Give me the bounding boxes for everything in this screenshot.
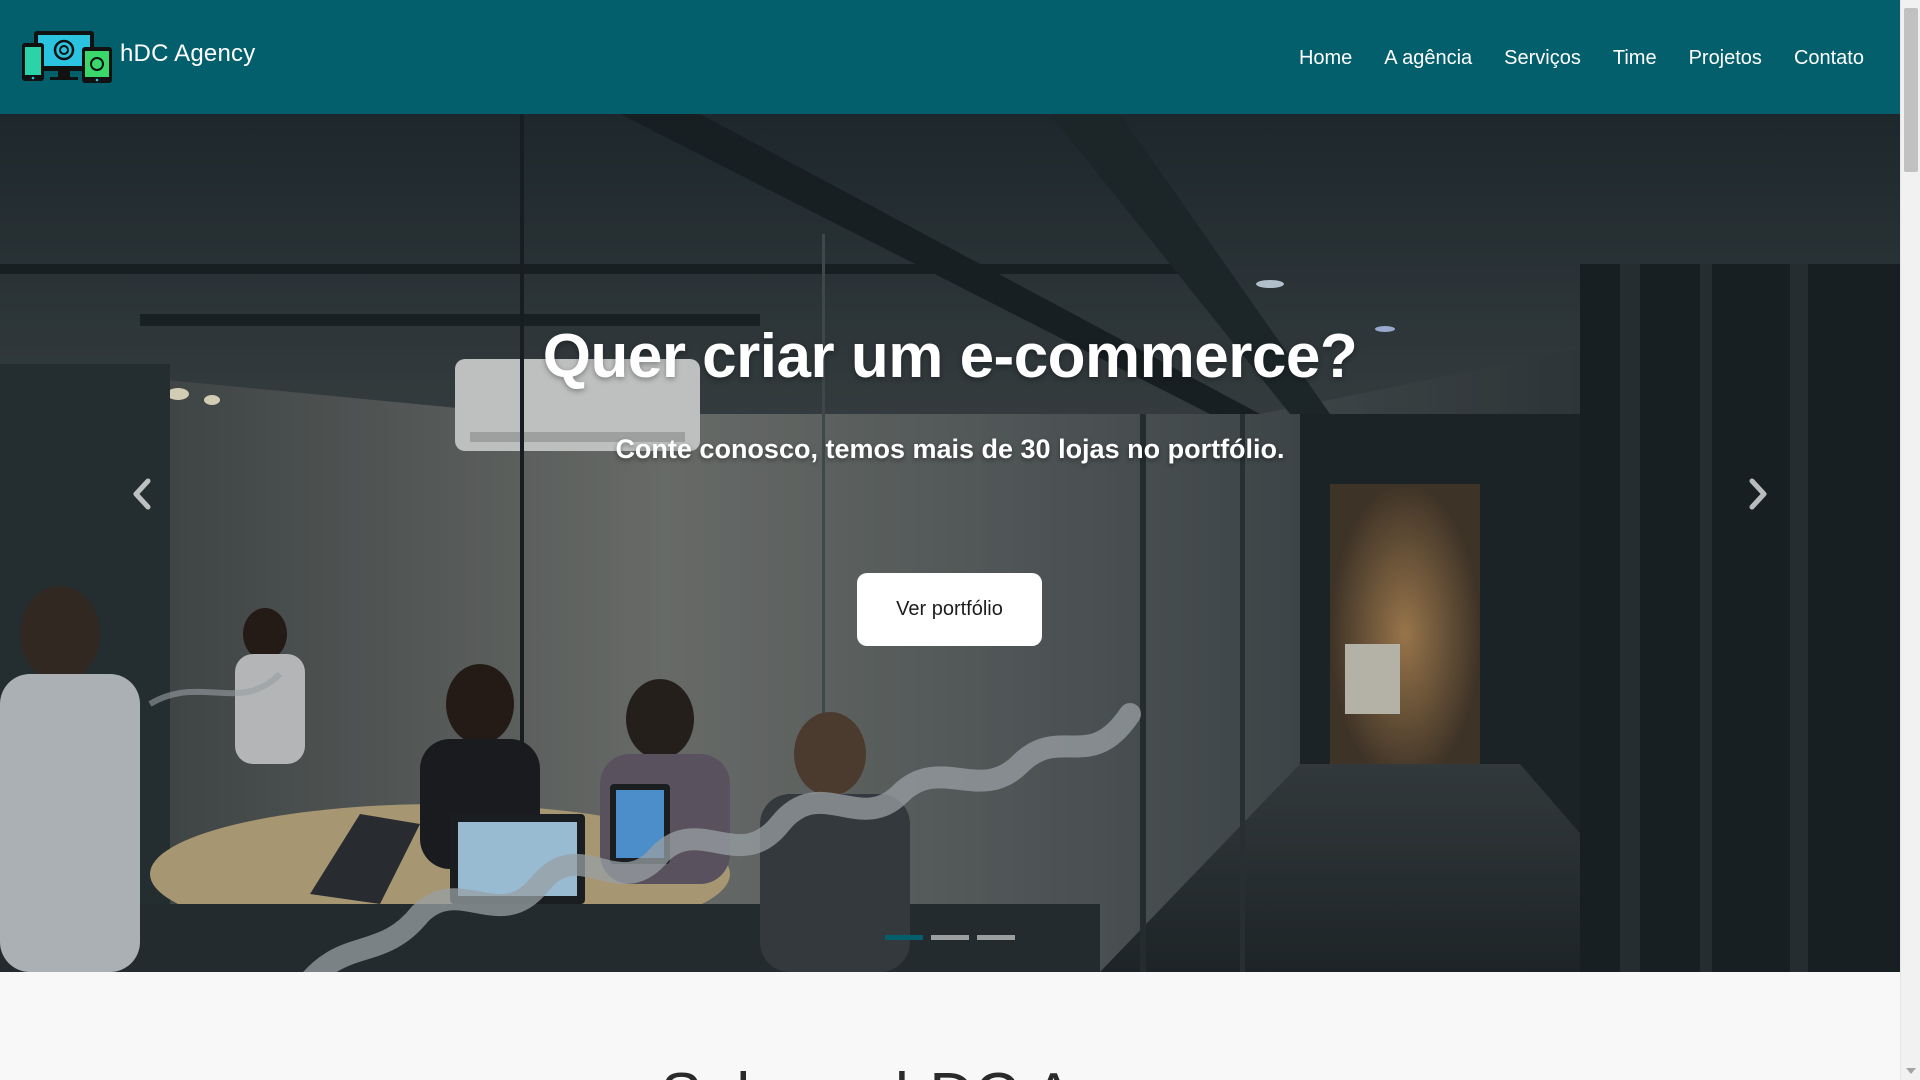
- nav-link-home[interactable]: Home: [1299, 47, 1352, 70]
- page: hDC Agency Home A agência Serviços Time …: [0, 0, 1920, 1080]
- carousel-next-button[interactable]: [1728, 464, 1788, 524]
- brand-link[interactable]: hDC Agency: [20, 29, 255, 85]
- nav-link-projetos[interactable]: Projetos: [1689, 47, 1762, 70]
- carousel-caption: Quer criar um e-commerce? Conte conosco,…: [0, 114, 1900, 972]
- nav-link-agencia[interactable]: A agência: [1384, 47, 1472, 70]
- main-nav: Home A agência Serviços Time Projetos Co…: [1299, 45, 1864, 70]
- view-portfolio-button[interactable]: Ver portfólio: [857, 573, 1042, 646]
- hero-title: Quer criar um e-commerce?: [542, 322, 1358, 391]
- nav-link-servicos[interactable]: Serviços: [1504, 47, 1581, 70]
- nav-link-contato[interactable]: Contato: [1794, 47, 1864, 70]
- scroll-down-arrow-icon[interactable]: [1906, 1068, 1916, 1074]
- carousel-indicator-2[interactable]: [931, 935, 969, 940]
- devices-logo-icon: [22, 31, 112, 83]
- chevron-right-icon: [1749, 478, 1767, 510]
- about-section: Sobre a hDC Agency: [0, 972, 1900, 1080]
- page-scrollbar[interactable]: [1900, 0, 1920, 1080]
- carousel-indicator-1[interactable]: [885, 935, 923, 940]
- brand-name: hDC Agency: [120, 40, 256, 67]
- navbar: hDC Agency Home A agência Serviços Time …: [0, 0, 1900, 114]
- about-title: Sobre a hDC Agency: [0, 1060, 1900, 1080]
- chevron-left-icon: [133, 478, 151, 510]
- nav-link-time[interactable]: Time: [1613, 47, 1657, 70]
- carousel-indicators: [885, 935, 1015, 940]
- scrollbar-thumb[interactable]: [1904, 8, 1918, 172]
- carousel-indicator-3[interactable]: [977, 935, 1015, 940]
- hero-subtitle: Conte conosco, temos mais de 30 lojas no…: [615, 434, 1285, 464]
- hero-carousel: Quer criar um e-commerce? Conte conosco,…: [0, 114, 1900, 972]
- carousel-prev-button[interactable]: [112, 464, 172, 524]
